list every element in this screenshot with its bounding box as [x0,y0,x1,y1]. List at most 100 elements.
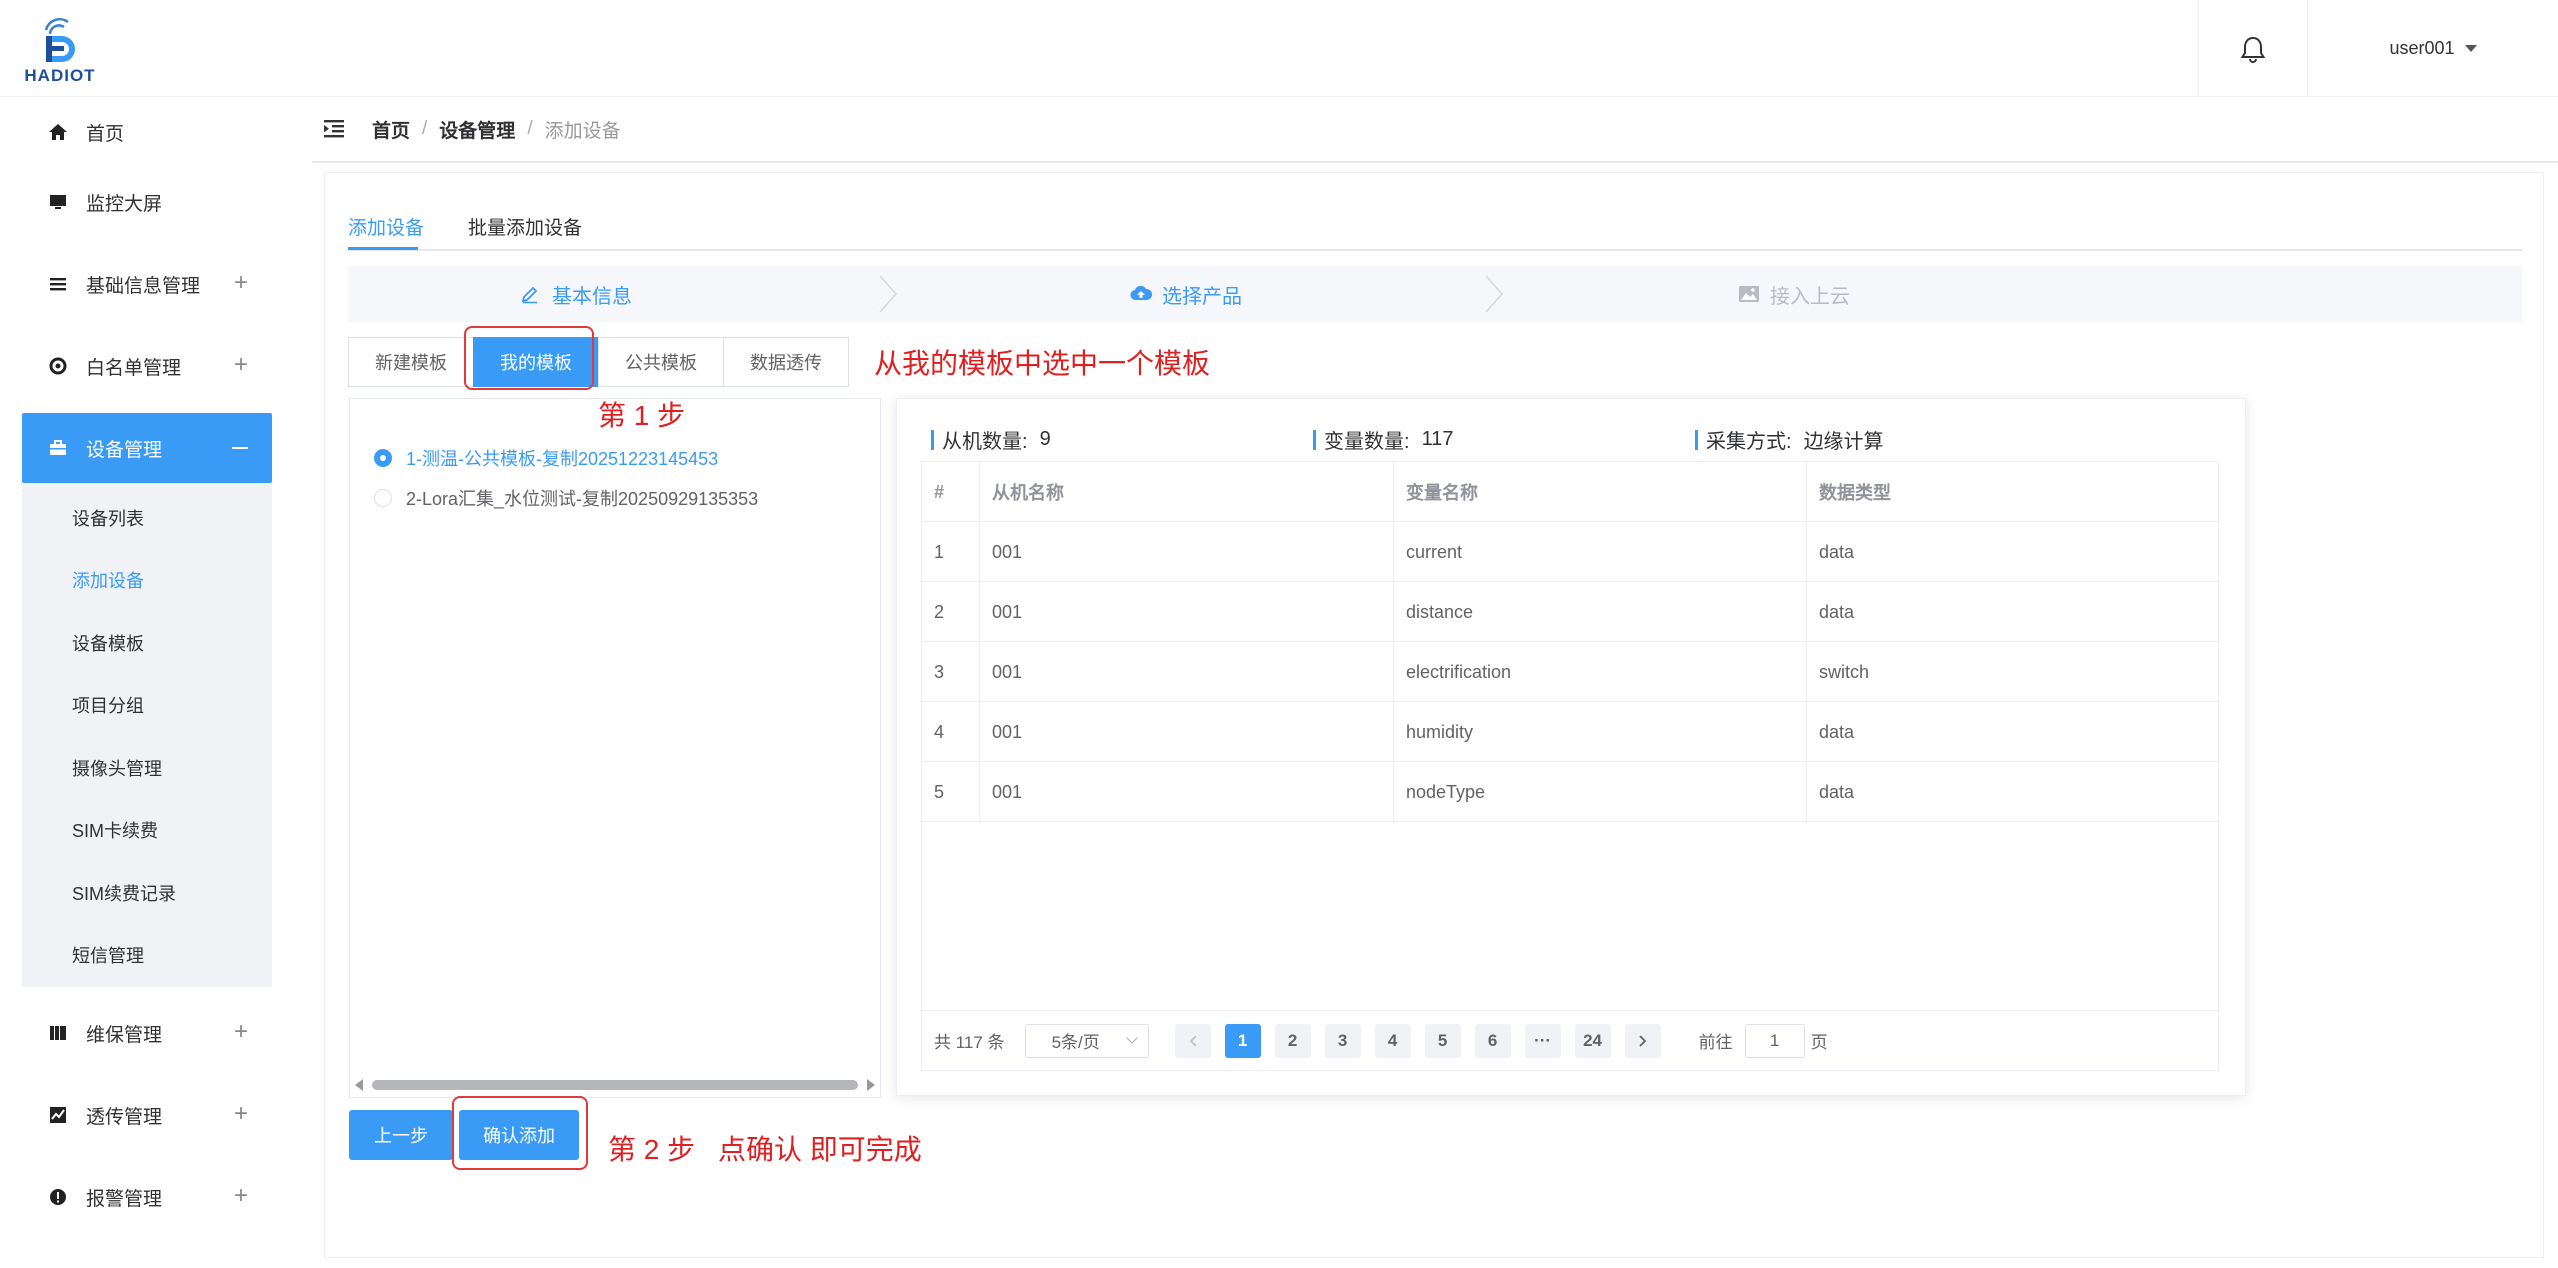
cell-data-type: data [1819,541,1855,562]
sidebar-item-alarm[interactable]: 报警管理 + [22,1162,272,1232]
breadcrumb-current: 添加设备 [544,120,621,142]
table-row: 5 001 nodeType data [922,762,2218,822]
step-cloud-access: 接入上云 [1738,266,1850,322]
submenu-item-sms[interactable]: 短信管理 [72,942,144,968]
header-variable-name: 变量名称 [1394,462,1807,522]
submenu-item-camera[interactable]: 摄像头管理 [72,755,162,781]
chevron-down-icon [1125,1031,1138,1044]
stat-bar [931,429,934,450]
stat-label: 采集方式: [1706,431,1792,453]
sidebar-item-passthrough[interactable]: 透传管理 + [22,1080,272,1150]
sidebar-item-whitelist[interactable]: 白名单管理 + [22,331,272,401]
logo-icon [44,17,75,62]
page-button-24[interactable]: 24 [1574,1023,1611,1058]
stat-value: 117 [1421,428,1454,450]
prev-page-button[interactable] [1174,1023,1211,1058]
submenu-item-sim-renew[interactable]: SIM卡续费 [72,817,158,843]
sidebar-item-label: 透传管理 [86,1106,163,1128]
user-menu[interactable]: user001 [2308,0,2558,97]
cell-index: 5 [922,762,980,822]
submenu-item-project-group[interactable]: 项目分组 [72,692,144,718]
scroll-left-icon[interactable] [355,1079,363,1091]
radio-unchecked-icon[interactable] [374,489,392,507]
stat-label: 从机数量: [942,431,1028,453]
alert-icon [46,1185,70,1209]
device-submenu: 设备列表 添加设备 设备模板 项目分组 摄像头管理 SIM卡续费 SIM续费记录… [22,483,272,987]
highlight-my-template [464,326,594,390]
crosshair-icon [46,354,70,378]
page-button-1[interactable]: 1 [1224,1023,1261,1058]
menu-fold-icon[interactable] [324,119,348,139]
submenu-item-device-list[interactable]: 设备列表 [72,505,144,531]
stat-variable-count: 变量数量: 117 [1313,425,1453,454]
header-index: # [922,462,980,522]
step-chevron-icon [1485,275,1504,313]
tab-add-device[interactable]: 添加设备 [348,213,424,240]
breadcrumb-bar: 首页 / 设备管理 / 添加设备 [312,97,2558,163]
page-button-3[interactable]: 3 [1324,1023,1361,1058]
cell-data-type: data [1819,721,1855,742]
annotation-hint: 从我的模板中选中一个模板 [874,348,1211,379]
page-size-select[interactable]: 5条/页 [1024,1023,1149,1058]
template-item-2[interactable]: 2-Lora汇集_水位测试-复制20250929135353 [374,485,758,511]
data-passthrough-button[interactable]: 数据透传 [723,337,849,387]
cloud-upload-icon [1130,283,1152,305]
submenu-item-sim-record[interactable]: SIM续费记录 [72,880,176,906]
page-button-5[interactable]: 5 [1424,1023,1461,1058]
template-detail-panel: 从机数量: 9 变量数量: 117 采集方式: 边缘计算 # 从机名称 变量名称… [896,398,2246,1096]
book-icon [46,1021,70,1045]
submenu-item-device-template[interactable]: 设备模板 [72,630,144,656]
stat-bar [1695,429,1698,450]
cell-data-type: data [1819,781,1855,802]
cell-variable-name: distance [1394,582,1807,642]
step-label: 选择产品 [1162,285,1242,308]
annotation-step2: 第 2 步 [608,1134,696,1165]
expand-plus-icon: + [233,351,248,378]
cell-slave-name: 001 [980,582,1394,642]
tab-batch-add-device[interactable]: 批量添加设备 [468,213,582,240]
expand-plus-icon: + [233,1182,248,1209]
scrollbar-thumb[interactable] [372,1080,858,1090]
sidebar-item-home[interactable]: 首页 [22,97,272,167]
cell-variable-name: current [1394,522,1807,582]
cell-slave-name: 001 [980,702,1394,762]
cell-slave-name: 001 [980,642,1394,702]
breadcrumb-home[interactable]: 首页 [372,116,410,143]
active-tab-indicator [348,247,418,250]
radio-checked-icon[interactable] [374,449,392,467]
public-template-button[interactable]: 公共模板 [598,337,724,387]
horizontal-scrollbar[interactable] [350,1075,880,1093]
prev-step-button[interactable]: 上一步 [349,1110,453,1160]
annotation-step2-hint: 点确认 即可完成 [718,1134,922,1165]
page-button-2[interactable]: 2 [1274,1023,1311,1058]
sidebar-item-monitor[interactable]: 监控大屏 [22,167,272,237]
edit-icon [520,283,542,305]
sidebar-item-label: 首页 [86,123,125,145]
cell-variable-name: electrification [1394,642,1807,702]
sidebar-item-device-management[interactable]: 设备管理 [22,413,272,483]
sidebar-item-maintenance[interactable]: 维保管理 + [22,998,272,1068]
scroll-right-icon[interactable] [867,1079,875,1091]
next-page-button[interactable] [1624,1023,1661,1058]
new-template-button[interactable]: 新建模板 [348,337,474,387]
table-header-row: # 从机名称 变量名称 数据类型 [922,462,2218,522]
top-header: HADIOT user001 [0,0,2558,97]
cell-variable-name: nodeType [1394,762,1807,822]
goto-page-input[interactable]: 1 [1744,1023,1805,1058]
submenu-item-add-device[interactable]: 添加设备 [72,567,144,593]
cell-index: 3 [922,642,980,702]
page-more-button[interactable]: ··· [1524,1023,1561,1058]
sidebar-item-basic-info[interactable]: 基础信息管理 + [22,249,272,319]
logo[interactable]: HADIOT [20,12,100,86]
cell-index: 1 [922,522,980,582]
page-button-4[interactable]: 4 [1374,1023,1411,1058]
notification-button[interactable] [2198,0,2308,97]
goto-suffix: 页 [1810,1033,1828,1052]
goto-label: 前往 [1698,1033,1733,1052]
template-item-1[interactable]: 1-测温-公共模板-复制20251223145453 [374,445,718,471]
page-button-6[interactable]: 6 [1474,1023,1511,1058]
cell-index: 2 [922,582,980,642]
breadcrumb-device-management[interactable]: 设备管理 [439,116,515,143]
cell-index: 4 [922,702,980,762]
image-icon [1738,283,1760,305]
